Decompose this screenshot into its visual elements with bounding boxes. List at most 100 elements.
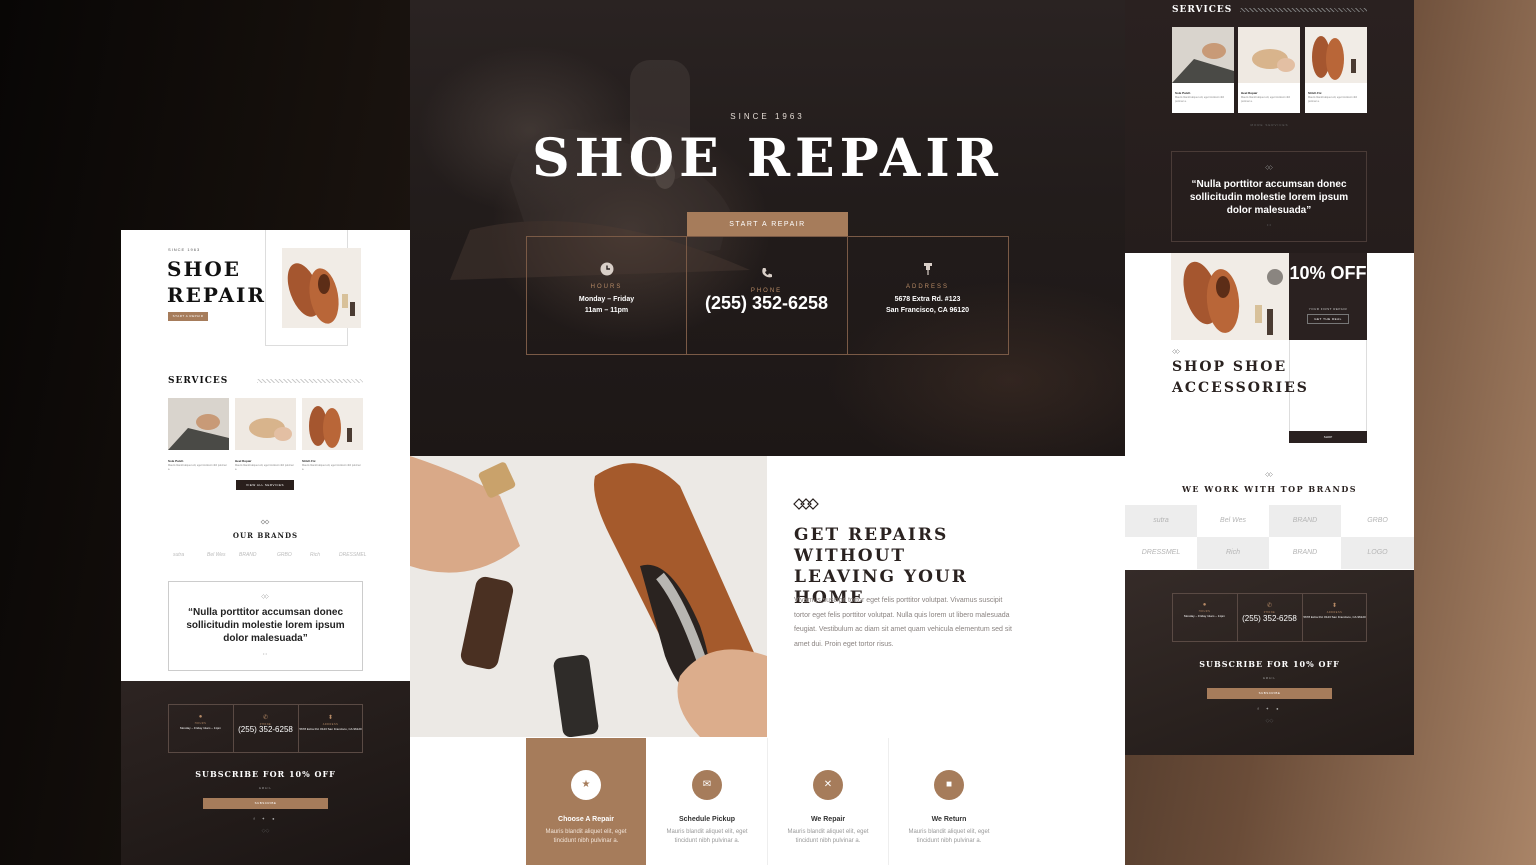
- address-cell: ⬍ ADDRESS 5678 Extra Rd. #123 San Franci…: [298, 704, 363, 753]
- social-icons[interactable]: f ✦ ●: [1125, 706, 1414, 711]
- brand-logo: BRAND: [1269, 537, 1341, 569]
- hours-label: HOURS: [1198, 610, 1211, 613]
- clock-icon: [526, 262, 687, 278]
- page-title: SHOE REPAIR: [167, 257, 266, 307]
- phone-cell: ✆ PHONE (255) 352-6258: [1237, 593, 1302, 642]
- brand-logo: GRBO: [1341, 505, 1414, 537]
- diamond-icon: [261, 594, 269, 599]
- step-desc: Mauris blandit aliquet elit, eget tincid…: [908, 829, 990, 844]
- step-we-return[interactable]: ■ We Return Mauris blandit aliquet elit,…: [889, 738, 1009, 865]
- repairs-body: Vivamus suscipit tortor eget felis portt…: [794, 597, 1012, 648]
- hours-cell: HOURS Monday – Friday 11am – 11pm: [526, 236, 687, 355]
- hours-label: HOURS: [194, 722, 207, 725]
- phone-value[interactable]: (255) 352-6258: [233, 726, 298, 734]
- carousel-dots[interactable]: • •: [263, 651, 267, 656]
- step-desc: Mauris blandit aliquet elit, eget tincid…: [666, 829, 748, 844]
- brand-logo: DRESSMEL: [1125, 537, 1197, 569]
- right-page-preview: SERVICES Sole Patch Mauris blandit aliqu…: [1125, 0, 1414, 755]
- service-name: Stitch Fix: [302, 459, 316, 463]
- brand-logo: sutra: [173, 552, 185, 558]
- phone-cell: ✆ PHONE (255) 352-6258: [233, 704, 298, 753]
- brand-logo: Bel Wes: [1197, 505, 1269, 537]
- testimonial-quote: “Nulla porttitor accumsan donec sollicit…: [1189, 179, 1349, 216]
- brand-logo: DRESSMEL: [339, 552, 367, 558]
- subscribe-title: SUBSCRIBE FOR 10% OFF: [1199, 659, 1340, 669]
- view-all-services-button[interactable]: VIEW ALL SERVICES: [236, 480, 294, 490]
- service-card[interactable]: Stitch Fix Mauris blandit aliquet elit, …: [1305, 27, 1367, 113]
- brands-title: OUR BRANDS: [232, 531, 299, 540]
- address-value: 5678 Extra Rd. #123 San Francisco, CA 96…: [1303, 615, 1366, 619]
- service-name: Sole Patch: [1175, 91, 1191, 95]
- brand-logo: GRBO: [277, 552, 292, 558]
- address-label: ADDRESS: [1326, 611, 1343, 614]
- brand-logo: BRAND: [1269, 505, 1341, 537]
- star-icon: ★: [571, 770, 601, 800]
- service-desc: Mauris blandit aliquet elit, eget tincid…: [235, 464, 294, 471]
- page-title: SHOE REPAIR: [532, 128, 1003, 189]
- hours-cell: ● HOURS Monday – Friday 11am – 11pm: [1172, 593, 1237, 642]
- service-card[interactable]: Sole Patch Mauris blandit aliquet elit, …: [168, 398, 229, 472]
- shoes-photo: [1171, 253, 1289, 340]
- brand-logo: sutra: [1125, 505, 1197, 537]
- box-icon: ■: [934, 770, 964, 800]
- hours-value: Monday – Friday 11am – 11pm: [1183, 614, 1226, 618]
- service-name: Heel Repair: [235, 459, 252, 463]
- phone-icon: ✆: [262, 715, 269, 721]
- social-icons[interactable]: f ✦ ●: [121, 816, 410, 821]
- hours-cell: ● HOURS Monday – Friday 11am – 11pm: [168, 704, 233, 753]
- subscribe-button[interactable]: SUBSCRIBE: [1207, 688, 1332, 699]
- step-name: Choose A Repair: [558, 816, 614, 823]
- brand-logo: BRAND: [239, 552, 257, 558]
- email-field-label[interactable]: EMAIL: [121, 787, 410, 790]
- services-title: SERVICES: [168, 376, 229, 386]
- offer-subtitle: YOUR FIRST REPAIR: [1308, 307, 1348, 311]
- service-desc: Mauris blandit aliquet elit, eget tincid…: [1308, 96, 1358, 103]
- step-we-repair[interactable]: ✕ We Repair Mauris blandit aliquet elit,…: [768, 738, 888, 865]
- phone-icon: [686, 266, 847, 282]
- diamond-icon: ◇◇: [261, 828, 270, 834]
- carousel-dots[interactable]: • •: [1267, 222, 1271, 227]
- phone-cell: PHONE (255) 352-6258: [686, 236, 847, 355]
- start-repair-button[interactable]: START A REPAIR: [168, 312, 208, 321]
- address-cell: ⬍ ADDRESS 5678 Extra Rd. #123 San Franci…: [1302, 593, 1367, 642]
- phone-value[interactable]: (255) 352-6258: [1237, 615, 1302, 623]
- service-card[interactable]: Sole Patch Mauris blandit aliquet elit, …: [1172, 27, 1234, 113]
- diamond-icon: [793, 498, 819, 510]
- service-photo: [168, 398, 229, 450]
- brand-logo: Bel Wes: [207, 552, 226, 558]
- more-services-link[interactable]: MORE SERVICES: [1125, 123, 1414, 127]
- brand-logo: Rich: [310, 552, 321, 558]
- get-deal-button[interactable]: GET THE DEAL: [1307, 314, 1349, 324]
- service-card[interactable]: Heel Repair Mauris blandit aliquet elit,…: [235, 398, 296, 472]
- shop-button[interactable]: SHOP: [1289, 431, 1367, 443]
- step-schedule-pickup[interactable]: ✉ Schedule Pickup Mauris blandit aliquet…: [647, 738, 767, 865]
- email-field-label[interactable]: EMAIL: [1125, 677, 1414, 680]
- address-label: ADDRESS: [905, 284, 949, 290]
- step-desc: Mauris blandit aliquet elit, eget tincid…: [787, 829, 869, 844]
- phone-number[interactable]: (255) 352-6258: [686, 294, 847, 312]
- shop-accessories-title: SHOP SHOE ACCESSORIES: [1172, 359, 1309, 396]
- start-repair-button[interactable]: START A REPAIR: [687, 212, 848, 237]
- pin-icon: ⬍: [327, 715, 334, 721]
- step-choose-repair[interactable]: ★ Choose A Repair Mauris blandit aliquet…: [526, 738, 646, 865]
- service-photo: [1172, 27, 1234, 83]
- service-desc: Mauris blandit aliquet elit, eget tincid…: [1241, 96, 1291, 103]
- service-desc: Mauris blandit aliquet elit, eget tincid…: [302, 464, 361, 471]
- decorative-hatch-line: [1240, 8, 1367, 12]
- service-name: Heel Repair: [1241, 91, 1258, 95]
- brands-title: WE WORK WITH TOP BRANDS: [1181, 484, 1358, 494]
- tools-icon: ✕: [813, 770, 843, 800]
- service-photo: [235, 398, 296, 450]
- step-name: We Repair: [810, 816, 846, 823]
- service-card[interactable]: Stitch Fix Mauris blandit aliquet elit, …: [302, 398, 363, 472]
- subscribe-button[interactable]: SUBSCRIBE: [203, 798, 328, 809]
- step-desc: Mauris blandit aliquet elit, eget tincid…: [545, 829, 627, 844]
- since-label: SINCE 1963: [730, 112, 805, 121]
- diamond-icon: ◇◇: [1265, 718, 1274, 724]
- address-cell: ADDRESS 5678 Extra Rd. #123 San Francisc…: [847, 236, 1008, 355]
- hand-shoe-photo: [410, 456, 767, 737]
- hours-value: Monday – Friday 11am – 11pm: [179, 726, 222, 730]
- service-card[interactable]: Heel Repair Mauris blandit aliquet elit,…: [1238, 27, 1300, 113]
- service-photo: [302, 398, 363, 450]
- service-photo: [1305, 27, 1367, 83]
